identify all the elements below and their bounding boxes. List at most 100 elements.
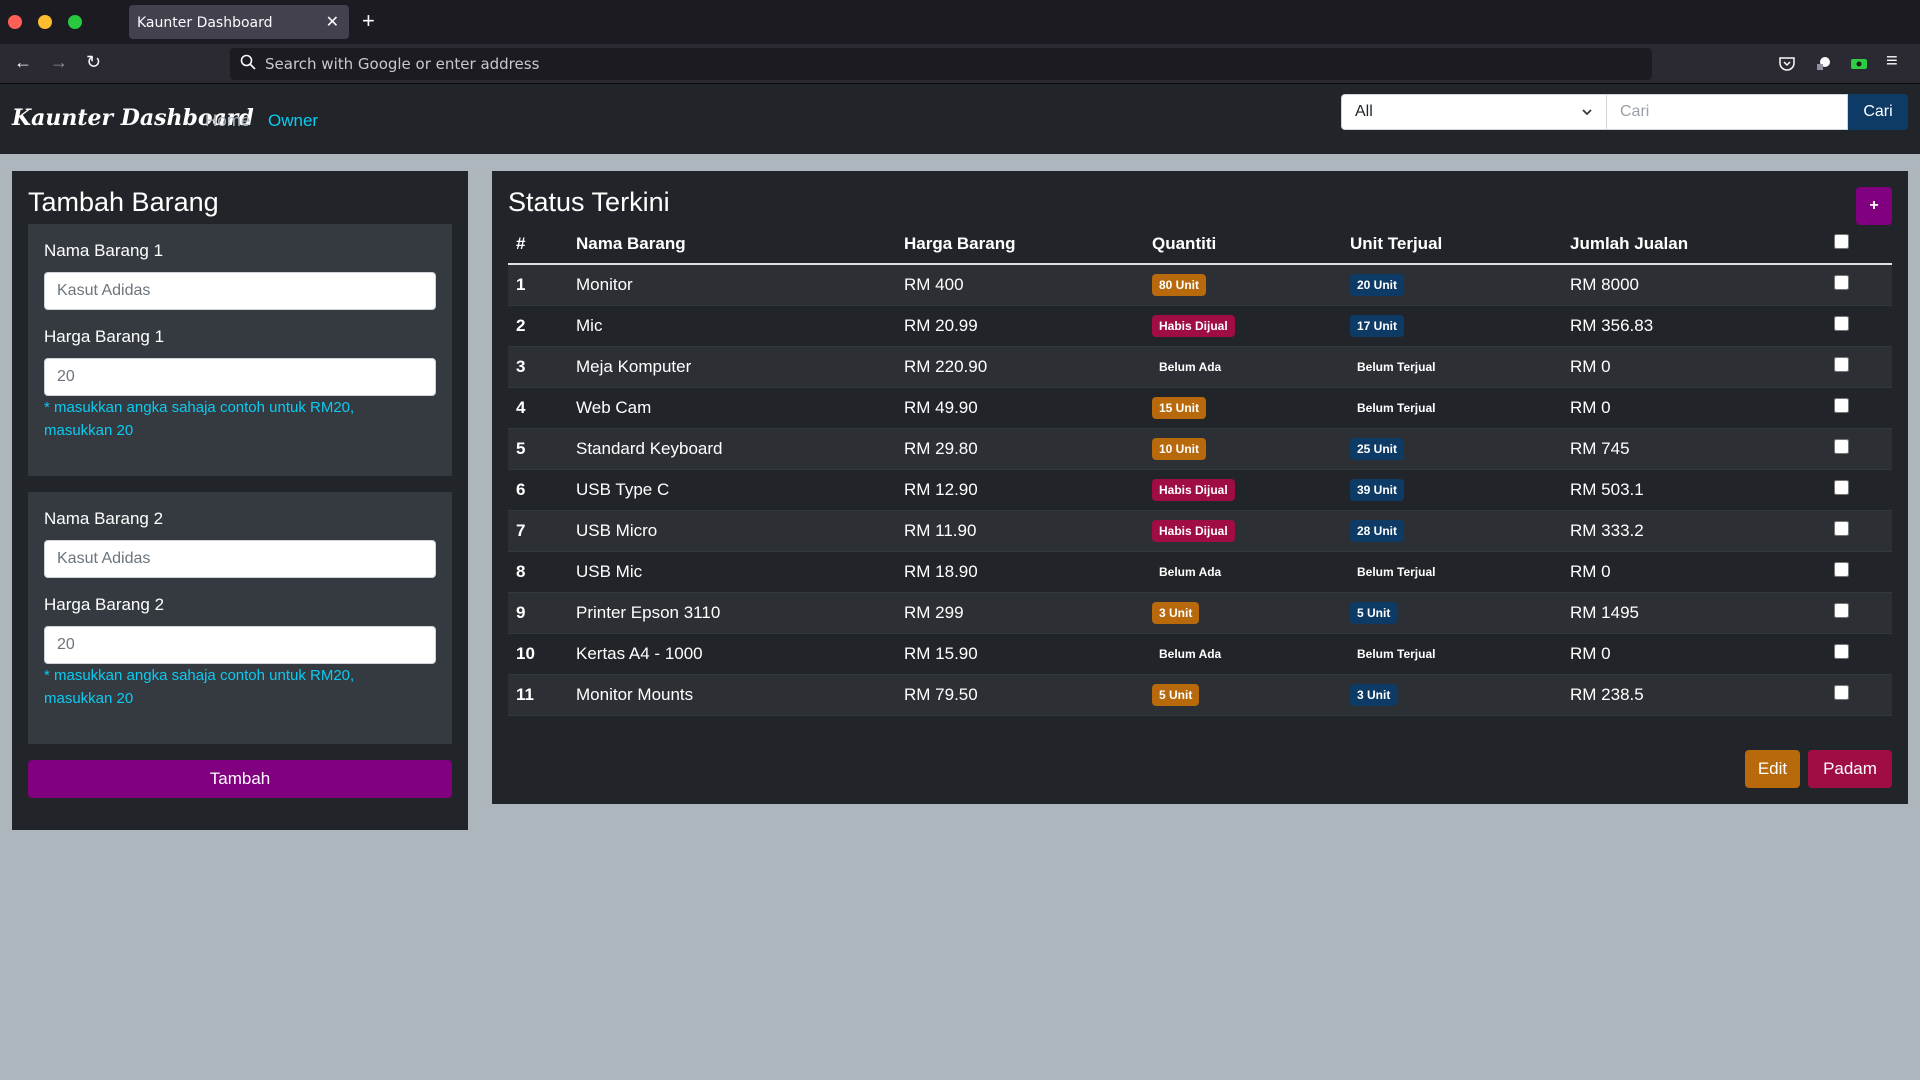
item-form-card-1: Nama Barang 1 Harga Barang 1 * masukkan … <box>28 224 452 476</box>
table-header-row: # Nama Barang Harga Barang Quantiti Unit… <box>508 224 1892 265</box>
item-name-input[interactable] <box>44 540 436 578</box>
select-all-checkbox[interactable] <box>1834 233 1849 249</box>
row-select-cell <box>1826 387 1892 429</box>
total-sales: RM 0 <box>1562 346 1826 388</box>
column-header-price: Harga Barang <box>896 224 1144 265</box>
row-select-checkbox[interactable] <box>1834 561 1849 577</box>
status-table-body: 1 Monitor RM 400 80 Unit 20 Unit RM 8000 2 Mic R… <box>508 264 1892 716</box>
tab-close-icon[interactable]: ✕ <box>326 12 339 32</box>
forward-icon[interactable]: → <box>50 52 68 73</box>
maximize-window-icon[interactable] <box>68 15 82 29</box>
quantity-badge: Belum Ada <box>1159 359 1222 374</box>
total-sales: RM 503.1 <box>1562 469 1826 511</box>
units-sold-cell: 25 Unit <box>1342 428 1562 470</box>
quantity-badge: 3 Unit <box>1152 601 1200 624</box>
units-sold-badge: Belum Terjual <box>1357 646 1436 661</box>
row-number: 11 <box>508 674 568 716</box>
item-price: RM 18.90 <box>896 551 1144 593</box>
add-items-button[interactable]: Tambah <box>28 760 452 798</box>
row-select-cell <box>1826 346 1892 388</box>
row-select-cell <box>1826 305 1892 347</box>
row-select-checkbox[interactable] <box>1834 397 1849 413</box>
add-item-button[interactable]: + <box>1856 187 1892 225</box>
total-sales: RM 1495 <box>1562 592 1826 634</box>
item-quantity-cell: Belum Ada <box>1144 551 1342 593</box>
item-name: USB Mic <box>568 551 896 593</box>
row-number: 10 <box>508 633 568 675</box>
status-panel: Status Terkini + # Nama Barang Harga Bar… <box>492 171 1908 804</box>
row-select-checkbox[interactable] <box>1834 520 1849 536</box>
category-filter-select[interactable]: All <box>1341 94 1607 130</box>
add-item-panel: Tambah Barang Nama Barang 1 Harga Barang… <box>12 171 468 830</box>
back-icon[interactable]: ← <box>14 52 32 73</box>
extension-icon[interactable] <box>1813 54 1833 74</box>
units-sold-cell: 39 Unit <box>1342 469 1562 511</box>
pocket-icon[interactable] <box>1777 54 1797 74</box>
quantity-badge: Habis Dijual <box>1152 478 1235 501</box>
row-select-checkbox[interactable] <box>1834 602 1849 618</box>
quantity-badge: Belum Ada <box>1159 646 1222 661</box>
units-sold-cell: 17 Unit <box>1342 305 1562 347</box>
units-sold-badge: Belum Terjual <box>1357 400 1436 415</box>
item-price: RM 49.90 <box>896 387 1144 429</box>
units-sold-badge: 3 Unit <box>1350 683 1398 706</box>
item-price: RM 29.80 <box>896 428 1144 470</box>
item-quantity-cell: 15 Unit <box>1144 387 1342 429</box>
row-select-checkbox[interactable] <box>1834 274 1849 290</box>
row-number: 2 <box>508 305 568 347</box>
units-sold-cell: 5 Unit <box>1342 592 1562 634</box>
wallet-extension-icon[interactable] <box>1849 54 1869 74</box>
reload-icon[interactable]: ↻ <box>86 52 101 73</box>
row-select-checkbox[interactable] <box>1834 356 1849 372</box>
row-select-cell <box>1826 264 1892 306</box>
price-hint: * masukkan angka sahaja contoh untuk RM2… <box>44 399 355 439</box>
nav-link-home[interactable]: Home <box>205 111 250 131</box>
item-name-label: Nama Barang 2 <box>44 509 164 528</box>
units-sold-badge: Belum Terjual <box>1357 359 1436 374</box>
close-window-icon[interactable] <box>8 15 22 29</box>
item-quantity-cell: Belum Ada <box>1144 346 1342 388</box>
item-price-input[interactable] <box>44 626 436 664</box>
menu-icon[interactable]: ≡ <box>1886 50 1898 73</box>
item-name: Monitor <box>568 264 896 306</box>
edit-button[interactable]: Edit <box>1745 750 1800 788</box>
new-tab-button[interactable]: + <box>362 8 375 34</box>
search-button[interactable]: Cari <box>1848 94 1908 130</box>
search-icon <box>240 54 256 70</box>
item-name-input[interactable] <box>44 272 436 310</box>
row-select-checkbox[interactable] <box>1834 684 1849 700</box>
units-sold-cell: 28 Unit <box>1342 510 1562 552</box>
item-price: RM 220.90 <box>896 346 1144 388</box>
item-quantity-cell: 5 Unit <box>1144 674 1342 716</box>
units-sold-cell: Belum Terjual <box>1342 551 1562 593</box>
browser-tab[interactable]: Kaunter Dashboard ✕ <box>129 5 349 39</box>
address-bar[interactable] <box>230 48 1652 80</box>
row-select-checkbox[interactable] <box>1834 438 1849 454</box>
minimize-window-icon[interactable] <box>38 15 52 29</box>
item-name: Printer Epson 3110 <box>568 592 896 634</box>
row-number: 7 <box>508 510 568 552</box>
delete-button[interactable]: Padam <box>1808 750 1892 788</box>
row-number: 5 <box>508 428 568 470</box>
total-sales: RM 0 <box>1562 633 1826 675</box>
row-select-checkbox[interactable] <box>1834 315 1849 331</box>
row-select-checkbox[interactable] <box>1834 479 1849 495</box>
total-sales: RM 0 <box>1562 387 1826 429</box>
nav-link-owner[interactable]: Owner <box>268 111 318 131</box>
item-quantity-cell: 80 Unit <box>1144 264 1342 306</box>
item-quantity-cell: Habis Dijual <box>1144 305 1342 347</box>
search-input[interactable] <box>1607 94 1848 130</box>
item-price-input[interactable] <box>44 358 436 396</box>
address-input[interactable] <box>265 48 1615 80</box>
column-header-select-all <box>1826 224 1892 265</box>
browser-toolbar: ← → ↻ ≡ <box>0 44 1920 84</box>
row-select-cell <box>1826 674 1892 716</box>
row-number: 1 <box>508 264 568 306</box>
status-title: Status Terkini <box>508 187 670 217</box>
item-price: RM 299 <box>896 592 1144 634</box>
row-number: 3 <box>508 346 568 388</box>
row-select-checkbox[interactable] <box>1834 643 1849 659</box>
row-select-cell <box>1826 428 1892 470</box>
item-name: Web Cam <box>568 387 896 429</box>
status-table: # Nama Barang Harga Barang Quantiti Unit… <box>508 224 1892 716</box>
